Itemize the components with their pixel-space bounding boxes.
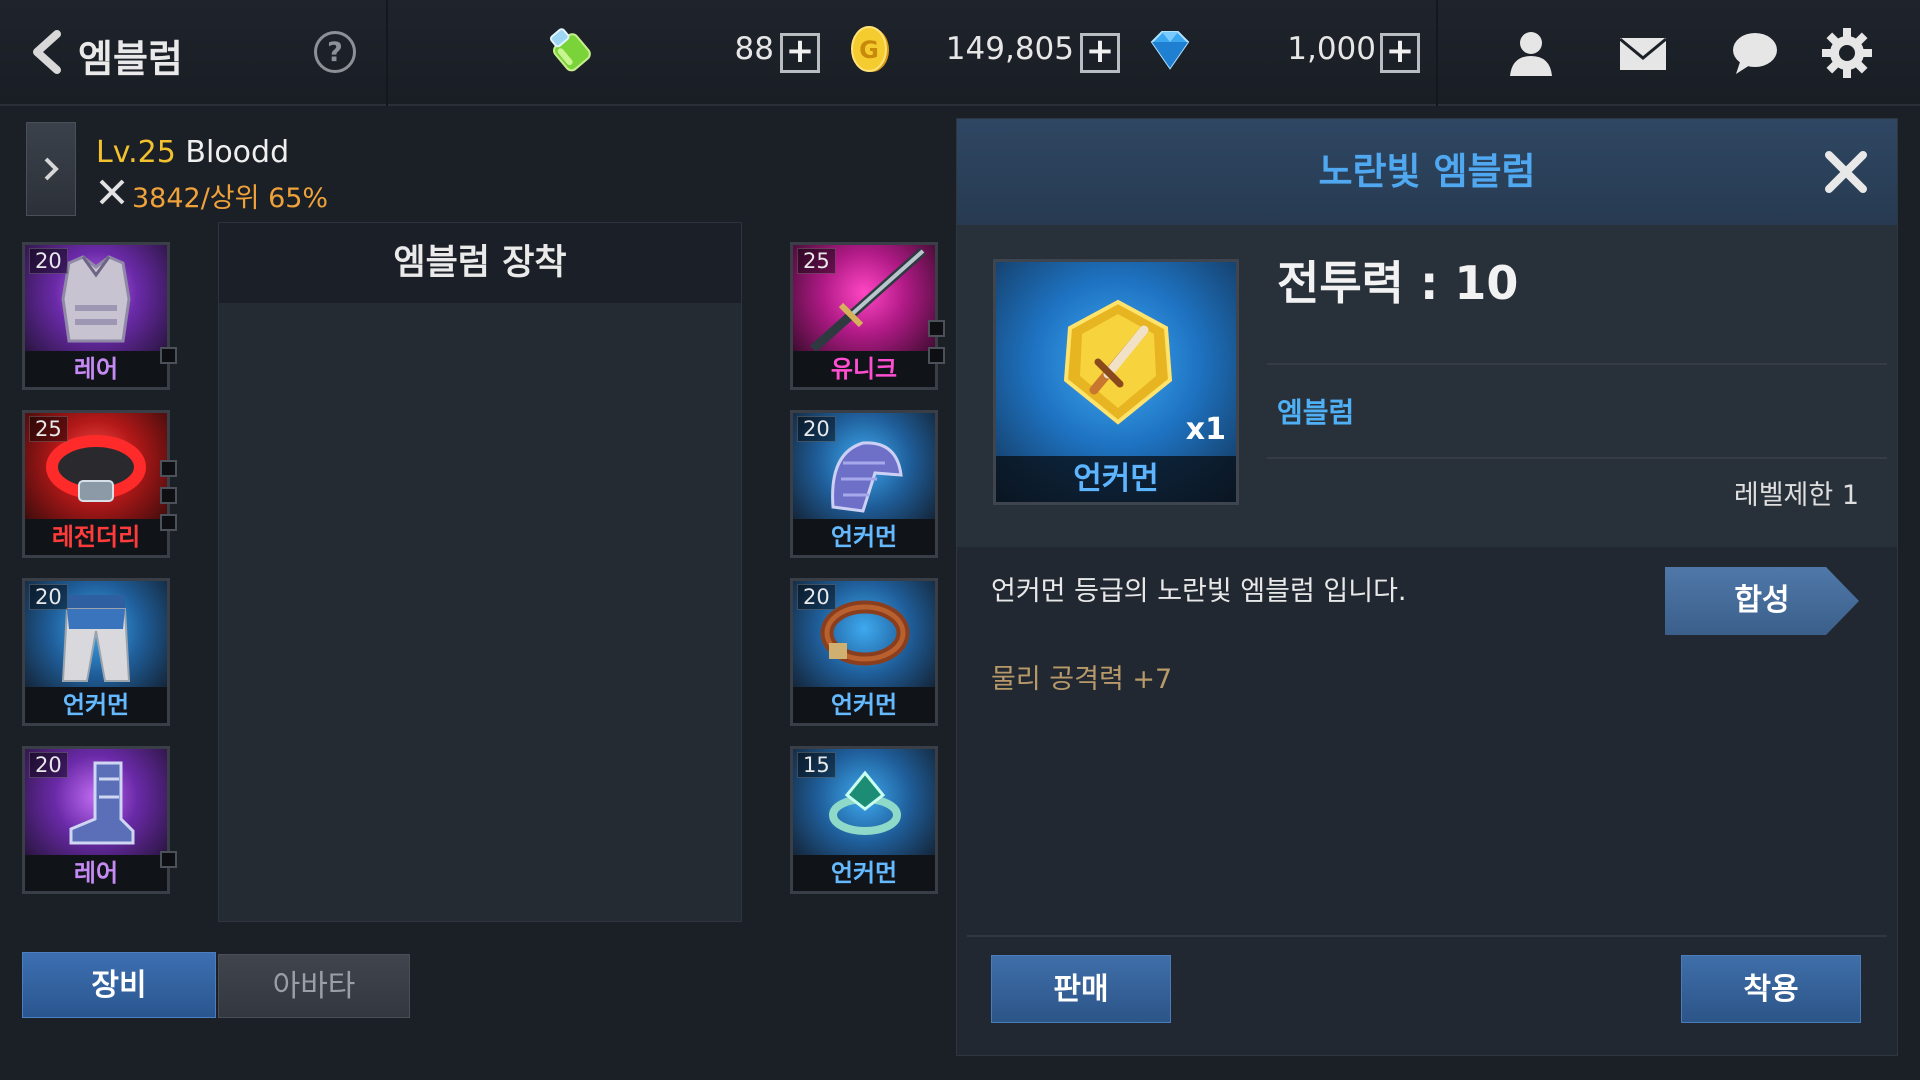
back-arrow-icon[interactable] xyxy=(26,30,66,74)
tab-avatar[interactable]: 아바타 xyxy=(218,954,410,1018)
blue-diamond-icon xyxy=(1142,22,1198,78)
gem-socket xyxy=(160,460,177,477)
add-potion-button[interactable]: + xyxy=(780,33,820,73)
power-rank-text: 3842/상위 65% xyxy=(132,183,329,214)
green-potion-icon xyxy=(542,22,598,78)
divider xyxy=(967,935,1887,937)
add-gold-button[interactable]: + xyxy=(1080,33,1120,73)
slot-grade: 레전더리 xyxy=(25,519,167,555)
slot-level: 20 xyxy=(29,752,68,778)
combat-power: 전투력 : 10 xyxy=(1277,256,1519,310)
tab-equipment[interactable]: 장비 xyxy=(22,952,216,1018)
synthesize-button[interactable]: 합성 xyxy=(1665,567,1859,635)
gem-socket xyxy=(928,347,945,364)
item-grade: 언커먼 xyxy=(996,456,1236,502)
slot-grade: 언커먼 xyxy=(25,687,167,723)
slot-grade: 레어 xyxy=(25,351,167,387)
equip-slot-pants[interactable]: 20 언커먼 xyxy=(22,578,170,726)
divider xyxy=(386,0,388,106)
slot-level: 20 xyxy=(797,584,836,610)
crossed-swords-icon xyxy=(98,178,126,213)
gold-amount: 149,805 xyxy=(945,31,1074,67)
equip-button[interactable]: 착용 xyxy=(1681,955,1861,1023)
slot-level: 25 xyxy=(29,416,68,442)
top-bar: 엠블럼 ? 88 + G 149,805 + 1,000 + xyxy=(0,0,1920,106)
level-limit: 레벨제한 1 xyxy=(1733,480,1859,511)
equip-slot-weapon[interactable]: 25 유니크 xyxy=(790,242,938,390)
item-title: 노란빛 엠블럼 xyxy=(1318,150,1536,193)
mail-icon[interactable] xyxy=(1616,26,1670,80)
equip-slot-ring[interactable]: 15 언커먼 xyxy=(790,746,938,894)
slot-grade: 언커먼 xyxy=(793,519,935,555)
slot-level: 20 xyxy=(29,584,68,610)
equip-slot-collar[interactable]: 20 언커먼 xyxy=(790,578,938,726)
page-title: 엠블럼 xyxy=(78,37,183,81)
divider xyxy=(1436,0,1438,106)
divider xyxy=(1267,363,1887,365)
close-icon[interactable] xyxy=(1823,149,1869,195)
equip-slot-boots[interactable]: 20 레어 xyxy=(22,746,170,894)
slot-grade: 언커먼 xyxy=(793,687,935,723)
help-icon[interactable]: ? xyxy=(314,31,356,73)
potion-count: 88 xyxy=(734,31,774,67)
gem-socket xyxy=(160,487,177,504)
slot-level: 15 xyxy=(797,752,836,778)
detail-header: 노란빛 엠블럼 xyxy=(957,119,1897,225)
chat-icon[interactable] xyxy=(1728,26,1782,80)
slot-level: 20 xyxy=(797,416,836,442)
item-description: 언커먼 등급의 노란빛 엠블럼 입니다. xyxy=(991,576,1407,607)
slot-grade: 레어 xyxy=(25,855,167,891)
player-name: Bloodd xyxy=(185,135,290,170)
svg-text:G: G xyxy=(859,36,879,64)
diamond-amount: 1,000 xyxy=(1287,31,1376,67)
equip-slot-armor[interactable]: 20 레어 xyxy=(22,242,170,390)
equip-slot-shoulder[interactable]: 20 언커먼 xyxy=(790,410,938,558)
slot-grade: 언커먼 xyxy=(793,855,935,891)
item-quantity: x1 xyxy=(1185,412,1226,447)
emblem-equip-panel: 엠블럼 장착 xyxy=(218,222,742,922)
item-detail-panel: 노란빛 엠블럼 x1 언커먼 전투력 : 10 엠블럼 레벨제한 1 언커먼 등… xyxy=(956,118,1898,1056)
yellow-emblem-icon xyxy=(1058,298,1178,432)
slot-level: 20 xyxy=(29,248,68,274)
divider xyxy=(1267,457,1887,459)
combat-power-rank: 3842/상위 65% xyxy=(98,176,328,215)
gem-socket xyxy=(928,320,945,337)
equip-slot-belt[interactable]: 25 레전더리 xyxy=(22,410,170,558)
item-type: 엠블럼 xyxy=(1277,396,1355,429)
sell-button[interactable]: 판매 xyxy=(991,955,1171,1023)
item-stat: 물리 공격력 +7 xyxy=(991,664,1173,695)
friends-icon[interactable] xyxy=(1504,26,1558,80)
gem-socket xyxy=(160,514,177,531)
gold-coin-icon: G xyxy=(842,22,898,78)
emblem-panel-title: 엠블럼 장착 xyxy=(219,223,741,303)
slot-level: 25 xyxy=(797,248,836,274)
add-diamond-button[interactable]: + xyxy=(1380,33,1420,73)
slot-grade: 유니크 xyxy=(793,351,935,387)
gem-socket xyxy=(160,851,177,868)
expand-profile-button[interactable] xyxy=(26,122,76,216)
gem-socket xyxy=(160,347,177,364)
item-card: x1 언커먼 xyxy=(993,259,1239,505)
player-info: Lv.25 Bloodd xyxy=(96,135,289,170)
settings-gear-icon[interactable] xyxy=(1820,26,1874,80)
player-level: Lv.25 xyxy=(96,135,176,170)
